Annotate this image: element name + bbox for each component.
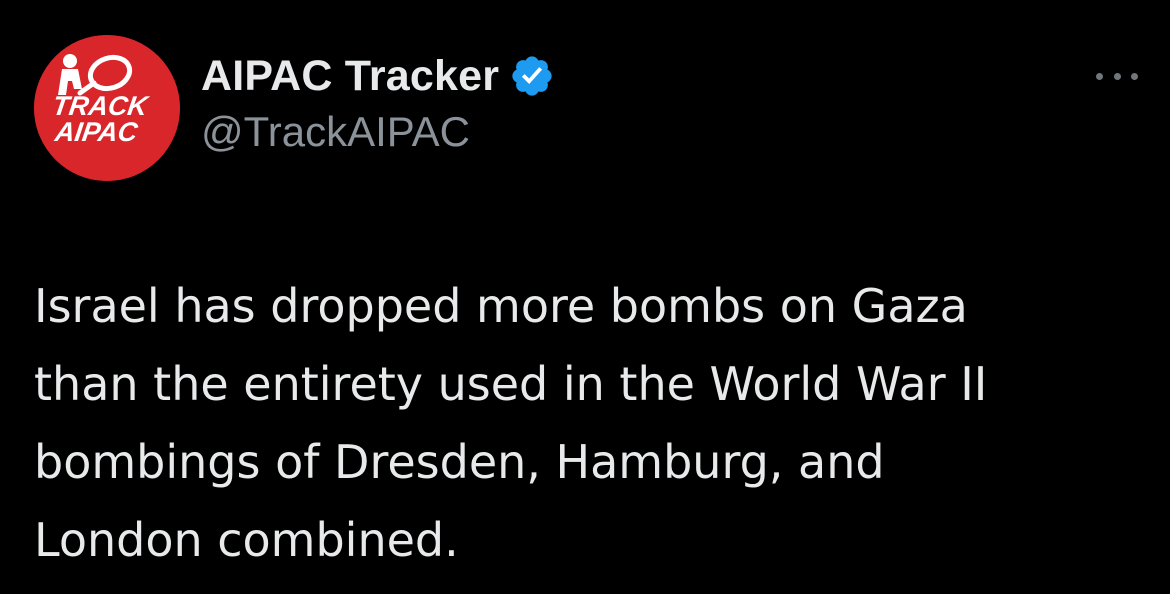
name-row: AIPAC Tracker	[201, 48, 555, 104]
verified-badge-icon	[509, 53, 555, 99]
more-options-icon	[1131, 72, 1138, 80]
tweet-text: Israel has dropped more bombs on Gaza th…	[34, 279, 988, 567]
avatar[interactable]: TRACK AIPAC	[34, 35, 180, 181]
author-display-name[interactable]: AIPAC Tracker	[201, 52, 499, 101]
more-options-icon	[1096, 72, 1103, 80]
svg-text:AIPAC: AIPAC	[52, 116, 140, 147]
avatar-logo-icon: TRACK AIPAC	[34, 35, 180, 181]
more-options-icon	[1113, 72, 1121, 80]
tweet-card: TRACK AIPAC AIPAC Tracker @TrackAIPAC Is…	[0, 0, 1170, 594]
tweet-header: AIPAC Tracker @TrackAIPAC	[201, 48, 555, 156]
author-handle[interactable]: @TrackAIPAC	[201, 108, 555, 156]
more-options-button[interactable]	[1096, 64, 1138, 88]
